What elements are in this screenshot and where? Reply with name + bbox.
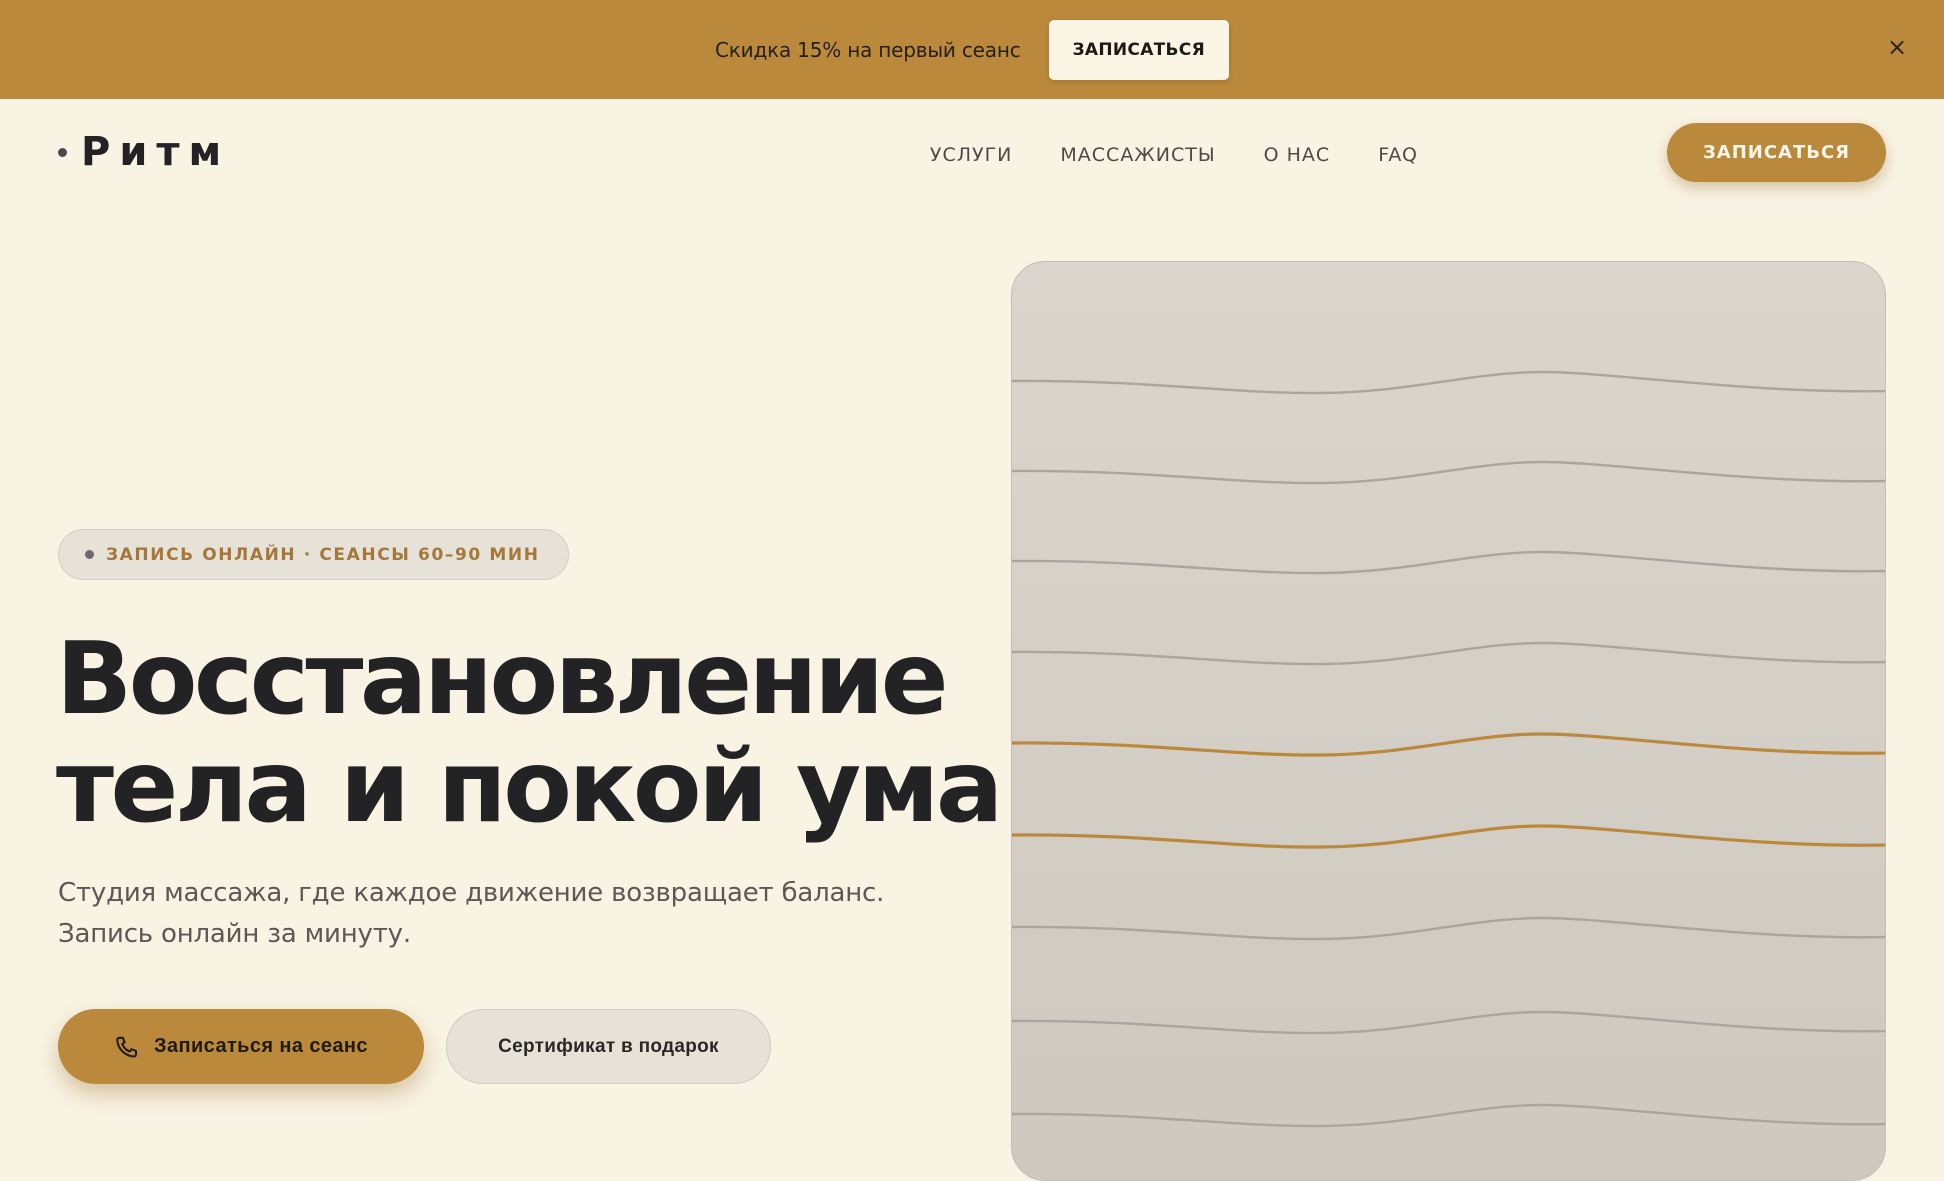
phone-icon [116,1036,138,1058]
nav-item-about[interactable]: О НАС [1264,144,1331,166]
book-session-label: Записаться на сеанс [154,1035,368,1057]
logo-text: Ритм [81,129,231,175]
promo-signup-button[interactable]: ЗАПИСАТЬСЯ [1048,19,1229,80]
hero-subtitle: Студия массажа, где каждое движение возв… [58,878,885,949]
wave-lines-illustration [1012,370,1885,1128]
nav-item-therapists[interactable]: МАССАЖИСТЫ [1060,144,1215,166]
wave-line-accent [1012,824,1885,849]
badge-dot-icon [85,550,94,559]
nav-item-services[interactable]: УСЛУГИ [930,144,1013,166]
logo-dot-icon [58,147,67,157]
logo[interactable]: Ритм [58,129,230,175]
hero-badge: ЗАПИСЬ ОНЛАЙН · СЕАНСЫ 60–90 МИН [58,529,569,580]
close-icon[interactable]: × [1886,32,1908,62]
hero-title: Восстановление тела и покой ума [56,620,1003,845]
main-nav: УСЛУГИ МАССАЖИСТЫ О НАС FAQ [930,144,1418,166]
wave-line [1012,550,1885,575]
gift-certificate-button[interactable]: Сертификат в подарок [446,1009,771,1084]
promo-text: Скидка 15% на первый сеанс [715,37,1021,62]
header-signup-button[interactable]: ЗАПИСАТЬСЯ [1667,123,1886,182]
nav-item-faq[interactable]: FAQ [1378,144,1418,166]
wave-line [1012,1010,1885,1035]
promo-banner: Скидка 15% на первый сеанс ЗАПИСАТЬСЯ × [0,0,1944,99]
wave-line [1012,370,1885,395]
hero-title-line-2: тела и покой ума [56,728,1003,845]
wave-line [1012,1103,1885,1128]
wave-line [1012,641,1885,666]
gift-certificate-label: Сертификат в подарок [498,1035,719,1057]
hero-title-line-1: Восстановление [56,620,949,737]
wave-line-accent [1012,732,1885,757]
badge-text: ЗАПИСЬ ОНЛАЙН · СЕАНСЫ 60–90 МИН [106,544,540,565]
wave-line [1012,460,1885,485]
book-session-button[interactable]: Записаться на сеанс [58,1009,424,1084]
wave-line [1012,916,1885,941]
site-header: Ритм УСЛУГИ МАССАЖИСТЫ О НАС FAQ ЗАПИСАТ… [0,99,1944,209]
hero-visual [1011,261,1886,1181]
